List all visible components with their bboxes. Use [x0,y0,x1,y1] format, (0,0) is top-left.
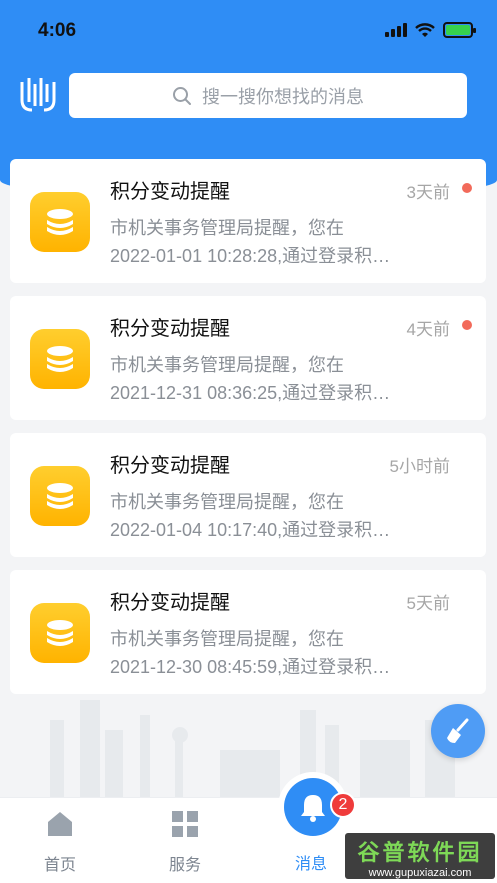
unread-dot [462,320,472,330]
search-icon [173,86,191,105]
tab-home-label: 首页 [43,857,76,874]
tab-messages[interactable]: 消息 [271,850,351,874]
message-preview: 市机关事务管理局提醒，您在 2022-01-04 10:17:40,通过登录积… [110,492,391,540]
watermark: 谷普软件园 www.gupuxiazai.com [345,833,495,879]
tab-messages-label: 消息 [294,856,327,873]
message-time: 5天前 [406,594,450,613]
message-count-badge: 2 [330,792,356,818]
message-list: 积分变动提醒 3天前 市机关事务管理局提醒，您在 2022-01-01 10:2… [10,159,486,707]
tab-home[interactable]: 首页 [20,810,100,875]
message-card[interactable]: 积分变动提醒 5小时前 市机关事务管理局提醒，您在 2022-01-04 10:… [10,433,486,557]
unread-dot [462,183,472,193]
status-icons [385,22,476,38]
message-title: 积分变动提醒 [110,181,230,203]
search-input[interactable]: 搜一搜你想找的消息 [69,73,467,118]
signal-icon [385,23,407,37]
message-card[interactable]: 积分变动提醒 3天前 市机关事务管理局提醒，您在 2022-01-01 10:2… [10,159,486,283]
search-placeholder: 搜一搜你想找的消息 [202,86,364,107]
message-card[interactable]: 积分变动提醒 4天前 市机关事务管理局提醒，您在 2021-12-31 08:3… [10,296,486,420]
message-preview: 市机关事务管理局提醒，您在 2021-12-31 08:36:25,通过登录积… [110,355,391,403]
watermark-sub: www.gupuxiazai.com [368,867,472,879]
bell-icon [301,795,325,822]
coin-stack-icon [30,603,90,663]
city-skyline-illustration [50,700,455,800]
message-preview: 市机关事务管理局提醒，您在 2022-01-01 10:28:28,通过登录积… [110,218,391,266]
grid-icon [172,811,198,837]
coin-stack-icon [30,192,90,252]
tab-services-label: 服务 [168,857,201,874]
app-logo-icon [20,78,56,112]
battery-icon [443,22,476,38]
watermark-main: 谷普软件园 [357,840,483,865]
coin-stack-icon [30,329,90,389]
tab-services[interactable]: 服务 [145,810,225,875]
message-time: 5小时前 [389,457,450,476]
wifi-icon [415,22,435,37]
coin-stack-icon [30,466,90,526]
message-title: 积分变动提醒 [110,592,230,614]
clear-unread-button[interactable] [431,704,485,758]
home-icon [48,812,72,836]
message-card[interactable]: 积分变动提醒 5天前 市机关事务管理局提醒，您在 2021-12-30 08:4… [10,570,486,694]
status-bar: 4:06 [0,0,497,60]
message-time: 4天前 [406,320,450,339]
message-time: 3天前 [406,183,450,202]
status-time: 4:06 [38,20,77,41]
message-preview: 市机关事务管理局提醒，您在 2021-12-30 08:45:59,通过登录积… [110,629,391,677]
broom-icon [447,718,469,743]
message-title: 积分变动提醒 [110,318,230,340]
message-title: 积分变动提醒 [110,455,230,477]
